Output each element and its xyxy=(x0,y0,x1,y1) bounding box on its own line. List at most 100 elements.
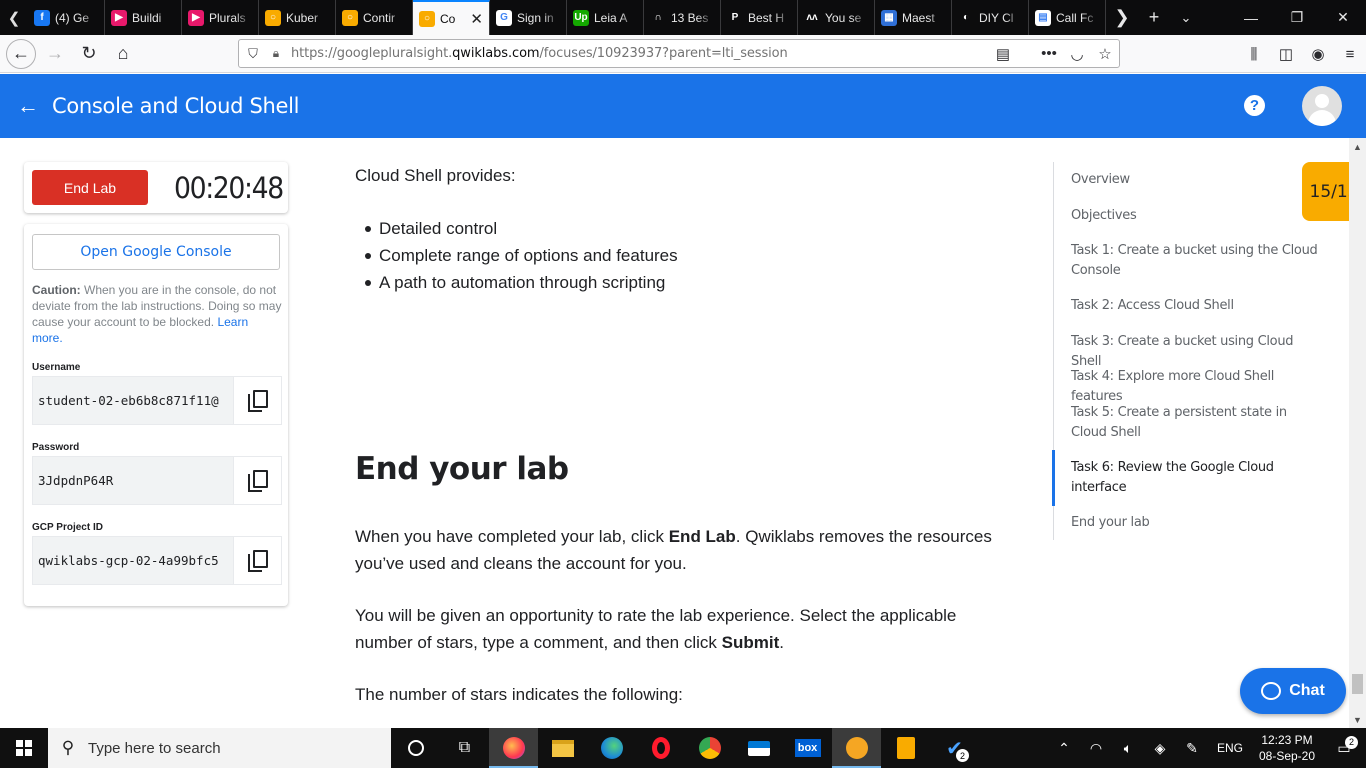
toc-item-end-lab[interactable]: End your lab xyxy=(1071,513,1326,533)
mail-icon[interactable] xyxy=(734,728,783,768)
tab-scroll-right-icon[interactable]: ❯ xyxy=(1106,0,1138,35)
chat-label: Chat xyxy=(1289,682,1325,699)
browser-tab[interactable]: ▤ Call Fc xyxy=(1029,0,1106,35)
tab-favicon-icon: ʌʌ xyxy=(804,9,820,26)
cortana-icon[interactable] xyxy=(391,728,440,768)
task-view-icon[interactable]: ⧉ xyxy=(440,728,489,768)
tab-favicon-icon: ◐ xyxy=(958,9,974,26)
tab-scroll-left-icon[interactable]: ❮ xyxy=(0,0,28,35)
browser-tab[interactable]: ∩ 13 Bes xyxy=(644,0,721,35)
close-tab-icon[interactable]: ✕ xyxy=(470,10,483,28)
close-window-icon[interactable]: ✕ xyxy=(1320,0,1366,35)
tab-favicon-icon: ▤ xyxy=(1035,9,1051,26)
show-hidden-icons-icon[interactable]: ⌃ xyxy=(1048,740,1080,757)
browser-tab[interactable]: f (4) Ge xyxy=(28,0,105,35)
page-actions-icon[interactable]: ••• xyxy=(1035,40,1063,67)
url-text[interactable]: https://googlepluralsight.qwiklabs.com/f… xyxy=(285,46,989,61)
open-console-button[interactable]: Open Google Console xyxy=(32,234,280,270)
scroll-up-icon[interactable]: ▲ xyxy=(1349,138,1366,155)
browser-tab[interactable]: ▶ Plurals xyxy=(182,0,259,35)
home-icon[interactable]: ⌂ xyxy=(108,39,138,69)
back-arrow-icon[interactable]: ← xyxy=(17,93,41,119)
toc-item-task-2[interactable]: Task 2: Access Cloud Shell xyxy=(1071,296,1326,316)
tab-favicon-icon: G xyxy=(496,9,512,26)
toc-item-task-1[interactable]: Task 1: Create a bucket using the Cloud … xyxy=(1071,241,1326,280)
todo-icon[interactable]: ✔ 2 xyxy=(930,728,979,768)
tab-favicon-icon: Up xyxy=(573,9,589,26)
password-value[interactable]: 3JdpdnP64R xyxy=(33,457,233,504)
lock-icon[interactable]: 🔒︎ xyxy=(267,46,285,61)
sidebar-toggle-icon[interactable]: ◫ xyxy=(1270,35,1302,73)
browser-tab[interactable]: ʌʌ You se xyxy=(798,0,875,35)
copy-password-button[interactable] xyxy=(233,457,281,504)
pocket-icon[interactable]: ◡ xyxy=(1063,40,1091,67)
pen-icon[interactable]: ✎ xyxy=(1176,740,1208,757)
reader-view-icon[interactable]: ▤ xyxy=(989,40,1017,67)
volume-icon[interactable]: 🔈︎ xyxy=(1112,740,1144,757)
browser-tab[interactable]: P Best H xyxy=(721,0,798,35)
feature-list: Detailed control Complete range of optio… xyxy=(365,215,678,296)
browser-tab[interactable]: G Sign in xyxy=(490,0,567,35)
project-id-label: GCP Project ID xyxy=(32,522,103,533)
browser-tab[interactable]: ○ Co ✕ xyxy=(413,0,490,35)
network-icon[interactable]: ◠ xyxy=(1080,740,1112,757)
password-field: 3JdpdnP64R xyxy=(32,456,282,505)
taskbar-search[interactable]: ⚲ Type here to search xyxy=(48,728,391,768)
browser-tab[interactable]: Up Leia A xyxy=(567,0,644,35)
restore-icon[interactable]: ❐ xyxy=(1274,0,1320,35)
tab-list-dropdown-icon[interactable]: ⌄ xyxy=(1170,0,1202,35)
clock[interactable]: 12:23 PM 08-Sep-20 xyxy=(1252,732,1322,764)
scroll-down-icon[interactable]: ▼ xyxy=(1349,711,1366,728)
notifications-icon[interactable]: ▭ 2 xyxy=(1322,735,1366,757)
new-tab-icon[interactable]: + xyxy=(1138,0,1170,35)
browser-tab[interactable]: ○ Kuber xyxy=(259,0,336,35)
edge-icon[interactable] xyxy=(587,728,636,768)
toc-item-task-6[interactable]: Task 6: Review the Google Cloud interfac… xyxy=(1071,458,1326,497)
pluralsight-app-icon[interactable] xyxy=(832,728,881,768)
url-bar[interactable]: ⛉ 🔒︎ https://googlepluralsight.qwiklabs.… xyxy=(238,39,1120,68)
chrome-icon[interactable] xyxy=(685,728,734,768)
menu-icon[interactable]: ≡ xyxy=(1334,35,1366,73)
browser-tab[interactable]: ○ Contir xyxy=(336,0,413,35)
help-icon[interactable]: ? xyxy=(1244,95,1265,116)
opera-icon[interactable] xyxy=(636,728,685,768)
page-title: Console and Cloud Shell xyxy=(52,94,300,118)
browser-tab[interactable]: ◐ DIY Cl xyxy=(952,0,1029,35)
paragraph-rate: You will be given an opportunity to rate… xyxy=(355,606,957,652)
dropbox-icon[interactable]: ◈ xyxy=(1144,740,1176,757)
toc-item-task-4[interactable]: Task 4: Explore more Cloud Shell feature… xyxy=(1071,367,1326,406)
chat-button[interactable]: Chat xyxy=(1240,668,1346,714)
box-icon[interactable]: box xyxy=(783,728,832,768)
library-icon[interactable]: ⫼ xyxy=(1238,35,1270,73)
browser-tab[interactable]: ▦ Maest xyxy=(875,0,952,35)
forward-icon[interactable]: → xyxy=(40,39,70,69)
keep-icon[interactable] xyxy=(881,728,930,768)
back-icon[interactable]: ← xyxy=(6,38,36,69)
account-icon[interactable]: ◉ xyxy=(1302,35,1334,73)
copy-username-button[interactable] xyxy=(233,377,281,424)
bookmark-star-icon[interactable]: ☆ xyxy=(1091,40,1119,67)
project-id-value[interactable]: qwiklabs-gcp-02-4a99bfc5 xyxy=(33,537,233,584)
username-value[interactable]: student-02-eb6b8c871f11@ xyxy=(33,377,233,424)
language-indicator[interactable]: ENG xyxy=(1208,741,1252,755)
avatar[interactable] xyxy=(1302,86,1342,126)
lab-control-card: End Lab 00:20:48 xyxy=(24,162,288,213)
tab-title: Sign in xyxy=(517,10,554,25)
file-explorer-icon[interactable] xyxy=(538,728,587,768)
scroll-thumb[interactable] xyxy=(1352,674,1363,694)
page-scrollbar[interactable]: ▲ ▼ xyxy=(1349,138,1366,728)
toc-item-overview[interactable]: Overview xyxy=(1071,170,1326,190)
tracking-shield-icon[interactable]: ⛉ xyxy=(239,46,267,62)
copy-icon xyxy=(247,469,268,492)
browser-tab[interactable]: ▶ Buildi xyxy=(105,0,182,35)
toc-item-task-3[interactable]: Task 3: Create a bucket using Cloud Shel… xyxy=(1071,332,1326,371)
minimize-icon[interactable]: — xyxy=(1228,0,1274,35)
toc-item-task-5[interactable]: Task 5: Create a persistent state in Clo… xyxy=(1071,403,1326,442)
copy-project-id-button[interactable] xyxy=(233,537,281,584)
start-button[interactable] xyxy=(0,728,48,768)
firefox-taskbar-icon[interactable] xyxy=(489,728,538,768)
end-lab-button[interactable]: End Lab xyxy=(32,170,148,205)
windows-logo-icon xyxy=(16,740,32,756)
reload-icon[interactable]: ↻ xyxy=(74,39,104,69)
toc-item-objectives[interactable]: Objectives xyxy=(1071,206,1326,226)
